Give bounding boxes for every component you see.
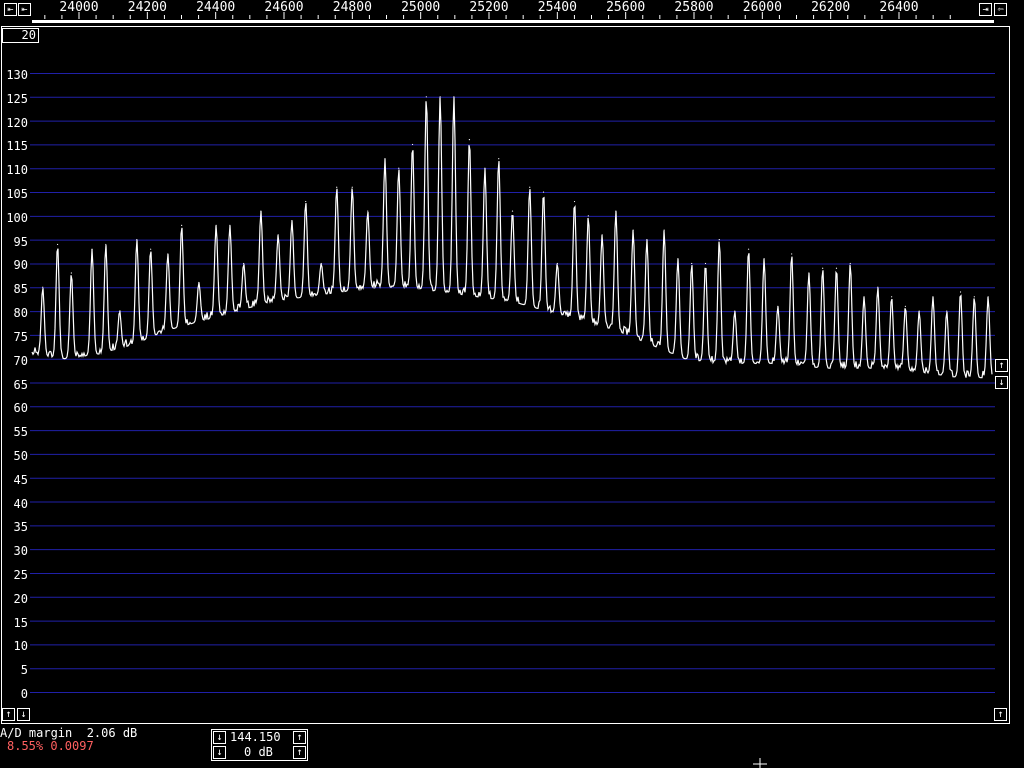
gain-down-button[interactable]: ↓ — [213, 746, 226, 759]
spectrum-peak — [119, 310, 121, 312]
spectrum-peak — [718, 239, 720, 241]
spectrum-peak — [453, 96, 455, 98]
spectrum-peak — [351, 186, 353, 188]
spectrum-peak — [663, 229, 665, 231]
spectrum-peak — [56, 243, 59, 246]
spectrum-peak — [291, 220, 293, 222]
spectrum-peak — [320, 262, 322, 265]
spectrum-peak — [70, 272, 72, 274]
spectrum-peak — [904, 305, 906, 307]
spectrum-peak — [863, 296, 865, 298]
spectrum-peak — [959, 291, 962, 293]
spectrum-peak — [835, 267, 838, 269]
spectrum-peak — [42, 286, 44, 288]
spectrum-peak — [573, 200, 576, 203]
ratio-text: 8.55% 0.0097 — [7, 739, 94, 753]
spectrum-peak — [734, 310, 736, 312]
spectrum-peak — [542, 191, 545, 193]
spectrum-peak — [167, 253, 169, 255]
frequency-down-button[interactable]: ↓ — [213, 731, 226, 744]
gain-up-button[interactable]: ↑ — [293, 746, 306, 759]
spectrum-peak — [556, 262, 558, 265]
spectrum-peak — [747, 248, 750, 250]
tuning-gain: 0 dB — [244, 745, 273, 759]
spectrum-peak — [260, 210, 262, 212]
spectrum-peak — [808, 272, 810, 274]
spectrum-peak — [691, 262, 693, 265]
level-up-button[interactable]: ↑ — [995, 359, 1008, 372]
spectrum-peak — [877, 286, 879, 288]
spectrum-peak — [677, 258, 679, 260]
spectrum-peak — [91, 248, 93, 250]
spectrum-peak — [243, 262, 245, 265]
tuning-control[interactable]: ↓ 144.150 ↑ ↓ 0 dB ↑ — [211, 729, 308, 761]
spectrum-peak — [704, 262, 707, 265]
spectrum-peak — [529, 186, 531, 188]
spectrum-peak — [105, 243, 107, 246]
spectrum-peak — [791, 253, 793, 255]
spectrum-peak — [305, 200, 307, 203]
spectrum-plot[interactable] — [0, 0, 1024, 728]
spectrum-peak — [891, 296, 893, 298]
spectrum-peak — [367, 210, 369, 212]
plot-frame — [1, 26, 1010, 724]
frequency-up-button[interactable]: ↑ — [293, 731, 306, 744]
spectrum-peak — [587, 215, 589, 217]
spectrum-peak — [136, 239, 138, 241]
spectrum-peak — [918, 310, 920, 312]
spectrum-peak — [646, 239, 648, 241]
spectrum-peak — [277, 234, 279, 236]
mouse-cursor — [753, 758, 767, 768]
spectrum-peak — [411, 143, 414, 146]
spectrum-peak — [439, 96, 441, 98]
spectrum-peak — [932, 296, 934, 298]
spectrum-peak — [468, 139, 471, 141]
spectrum-peak — [632, 229, 634, 231]
spectrum-peak — [398, 167, 400, 169]
spectrum-peak — [229, 224, 231, 226]
spectrum-peak — [198, 281, 200, 284]
spectrum-peak — [511, 210, 514, 212]
spectrum-peak — [181, 224, 183, 226]
spectrum-peak — [615, 210, 617, 212]
bottom-up-button[interactable]: ↑ — [2, 708, 15, 721]
spectrum-peak — [822, 267, 824, 269]
spectrum-peak — [777, 305, 779, 307]
spectrum-peak — [384, 158, 386, 160]
level-down-button[interactable]: ↓ — [995, 376, 1008, 389]
spectrum-peak — [601, 234, 603, 236]
tuning-frequency: 144.150 — [230, 730, 281, 744]
spectrum-peak — [763, 258, 765, 260]
spectrum-peak — [215, 224, 217, 226]
spectrum-peak — [973, 296, 975, 298]
spectrum-peak — [987, 296, 989, 298]
spectrum-peak — [336, 186, 338, 188]
spectrum-peak — [849, 262, 851, 265]
spectrum-peak — [498, 158, 500, 160]
spectrum-peak — [150, 248, 152, 250]
bottom-right-button[interactable]: ↑ — [994, 708, 1007, 721]
spectrum-peak — [484, 167, 486, 169]
spectrum-peak — [425, 96, 427, 98]
spectrum-peak — [946, 310, 948, 312]
bottom-down-button[interactable]: ↓ — [17, 708, 30, 721]
